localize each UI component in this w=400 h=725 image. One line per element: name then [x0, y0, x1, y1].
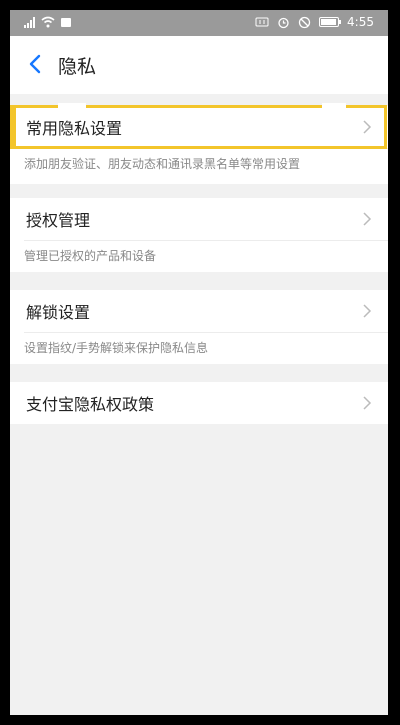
battery-icon [319, 17, 342, 27]
divider [24, 332, 388, 333]
phone-frame: 4:55 隐私 常用隐私设置 添加朋友验证、朋友动态和通讯录黑名单等常用设置 授… [0, 0, 400, 725]
page-title: 隐私 [58, 56, 97, 78]
status-bar: 4:55 [10, 10, 388, 36]
chevron-left-icon[interactable] [24, 52, 48, 76]
highlight-gap [322, 103, 346, 109]
settings-item-description: 添加朋友验证、朋友动态和通讯录黑名单等常用设置 [10, 148, 388, 184]
status-left [24, 16, 71, 28]
wifi-icon [41, 16, 55, 28]
screen: 4:55 隐私 常用隐私设置 添加朋友验证、朋友动态和通讯录黑名单等常用设置 授… [10, 10, 388, 715]
hd-icon [255, 17, 269, 27]
chevron-right-icon [363, 212, 372, 226]
chevron-right-icon [363, 120, 372, 134]
signal-icon [24, 16, 35, 28]
alarm-icon [278, 17, 289, 28]
settings-item-unlock[interactable]: 解锁设置 [10, 290, 388, 332]
highlight-gap [58, 103, 86, 109]
divider [24, 240, 388, 241]
divider [24, 148, 388, 149]
chevron-right-icon [363, 396, 372, 410]
settings-item-privacy-common[interactable]: 常用隐私设置 [10, 106, 388, 148]
status-right: 4:55 [255, 15, 374, 29]
notification-icon [61, 17, 71, 27]
settings-item-privacy-policy[interactable]: 支付宝隐私权政策 [10, 382, 388, 424]
settings-item-label: 常用隐私设置 [26, 119, 123, 138]
status-time: 4:55 [347, 15, 374, 29]
mute-icon [298, 16, 311, 28]
settings-item-description: 管理已授权的产品和设备 [10, 240, 388, 272]
chevron-right-icon [363, 304, 372, 318]
settings-item-description: 设置指纹/手势解锁来保护隐私信息 [10, 332, 388, 364]
settings-item-label: 授权管理 [26, 211, 91, 230]
settings-item-label: 支付宝隐私权政策 [26, 395, 155, 414]
settings-item-label: 解锁设置 [26, 303, 91, 322]
settings-item-authorization[interactable]: 授权管理 [10, 198, 388, 240]
navigation-bar: 隐私 [10, 36, 388, 94]
